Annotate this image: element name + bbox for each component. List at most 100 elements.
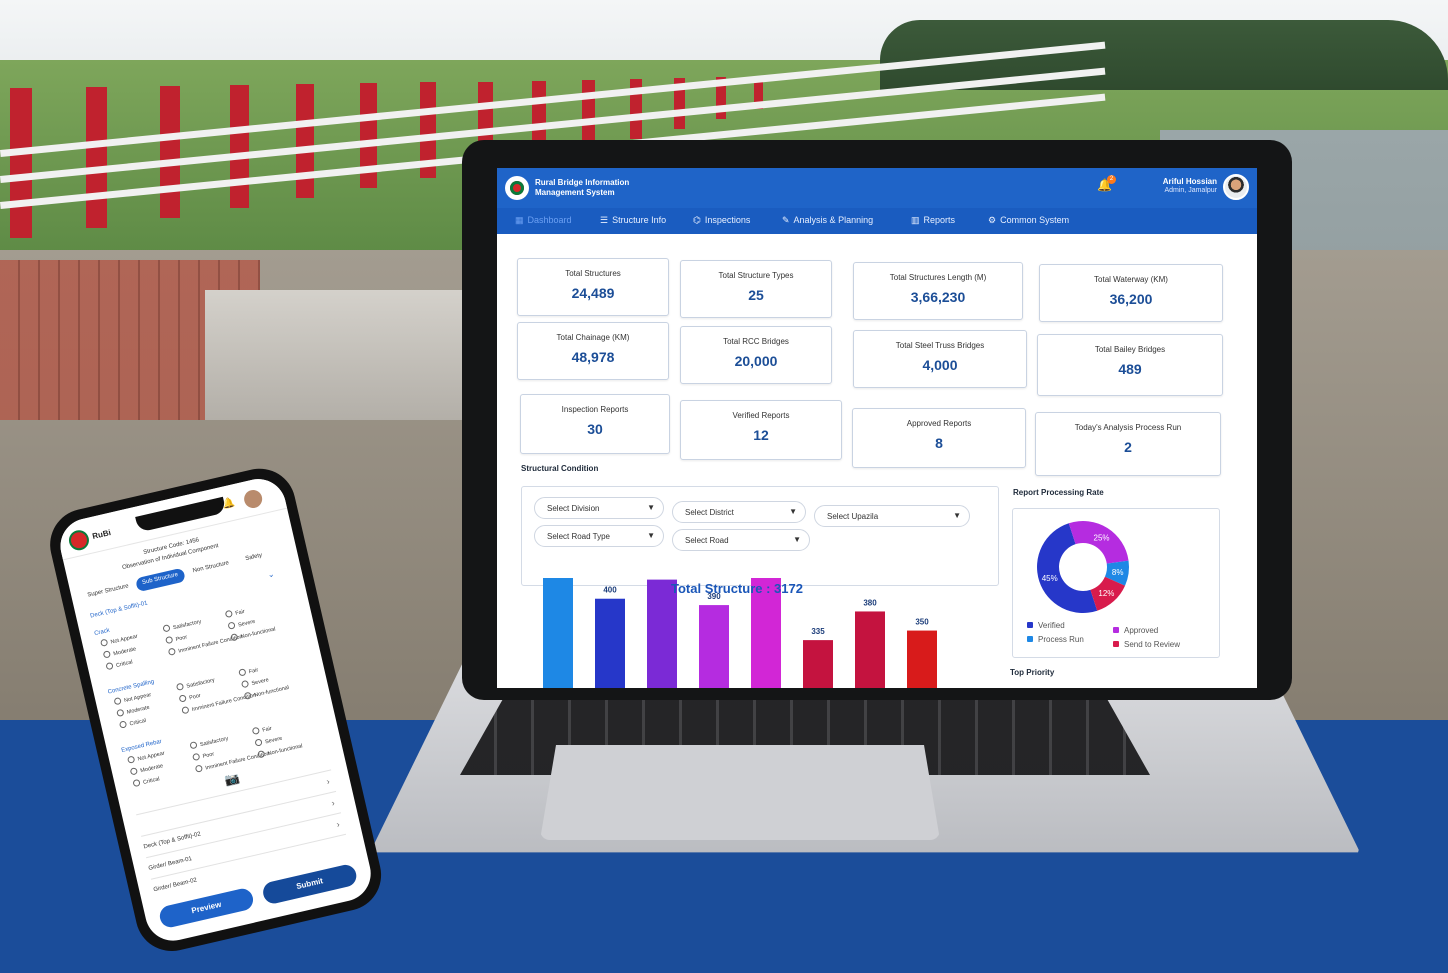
- stat-card-steel-truss-bridges[interactable]: Total Steel Truss Bridges 4,000: [853, 330, 1027, 388]
- stat-label: Total Structures Length (M): [889, 273, 987, 282]
- chevron-down-icon[interactable]: ⌄: [267, 569, 276, 579]
- donut-chart-svg: 45% 25% 8% 12%: [1037, 521, 1129, 613]
- stat-value: 489: [1118, 361, 1142, 377]
- nav-dashboard[interactable]: ▦ Dashboard: [515, 215, 572, 226]
- tab-safety[interactable]: Safety: [238, 548, 269, 568]
- legend-swatch: [1113, 641, 1119, 647]
- donut-value-label: 45%: [1042, 574, 1058, 583]
- nav-reports[interactable]: ▥ Reports: [911, 215, 955, 226]
- donut-value-label: 25%: [1094, 533, 1110, 542]
- nav-common-system[interactable]: ⚙ Common System: [988, 215, 1069, 226]
- stat-label: Inspection Reports: [561, 405, 629, 414]
- camera-icon[interactable]: 📷: [223, 770, 241, 787]
- stat-value: 30: [587, 421, 603, 437]
- stat-value: 48,978: [571, 349, 615, 365]
- bar: [855, 611, 885, 688]
- tab-sub-structure[interactable]: Sub Structure: [135, 567, 186, 593]
- stat-card-structures-length[interactable]: Total Structures Length (M) 3,66,230: [853, 262, 1023, 320]
- chart-title: Total Structure : 3172: [671, 581, 803, 596]
- district-select[interactable]: Select District ▼: [672, 501, 806, 523]
- gear-icon: ⚙: [988, 215, 997, 225]
- nav-structure-info[interactable]: ☰ Structure Info: [600, 215, 666, 226]
- legend-swatch: [1113, 627, 1119, 633]
- app-header: Rural Bridge Information Management Syst…: [497, 168, 1257, 208]
- legend-approved: Approved: [1113, 626, 1158, 635]
- government-logo-icon: [69, 530, 89, 550]
- stat-card-total-chainage[interactable]: Total Chainage (KM) 48,978: [517, 322, 669, 380]
- tab-super-structure[interactable]: Super Structure: [80, 579, 136, 605]
- chevron-right-icon: ›: [335, 819, 341, 830]
- dashboard-screen: Rural Bridge Information Management Syst…: [497, 168, 1257, 688]
- stat-value: 2: [1124, 439, 1132, 455]
- bar-value-label: 400: [603, 586, 617, 595]
- legend-verified: Verified: [1027, 621, 1065, 630]
- upazila-select[interactable]: Select Upazila ▼: [814, 505, 970, 527]
- road-select[interactable]: Select Road ▼: [672, 529, 810, 551]
- condition-radio[interactable]: Critical: [132, 774, 161, 788]
- stat-label: Total Bailey Bridges: [1094, 345, 1166, 354]
- stat-label: Approved Reports: [906, 419, 972, 428]
- railing-post: [296, 84, 315, 199]
- tab-non-structure[interactable]: Non Structure: [186, 556, 237, 581]
- analysis-icon: ✎: [782, 215, 790, 225]
- list-icon: ☰: [600, 215, 609, 225]
- stat-label: Total Structures: [565, 269, 621, 278]
- stat-value: 12: [753, 427, 769, 443]
- stat-value: 3,66,230: [910, 289, 966, 305]
- stat-card-approved-reports[interactable]: Approved Reports 8: [852, 408, 1026, 468]
- railing-post: [10, 87, 32, 238]
- stat-card-bailey-bridges[interactable]: Total Bailey Bridges 489: [1037, 334, 1223, 396]
- donut-value-label: 12%: [1098, 589, 1114, 598]
- stat-value: 25: [748, 287, 764, 303]
- chevron-down-icon: ▼: [793, 535, 801, 544]
- stat-card-analysis-process-run[interactable]: Today's Analysis Process Run 2: [1035, 412, 1221, 476]
- phone-brand: RuBi: [91, 528, 112, 541]
- bar: [907, 630, 937, 688]
- stat-label: Total Waterway (KM): [1094, 275, 1168, 284]
- stat-card-inspection-reports[interactable]: Inspection Reports 30: [520, 394, 670, 454]
- condition-radio[interactable]: Poor: [192, 749, 215, 762]
- stat-card-rcc-bridges[interactable]: Total RCC Bridges 20,000: [680, 326, 832, 384]
- bar: [543, 565, 573, 688]
- donut-value-label: 8%: [1112, 568, 1124, 577]
- condition-radio[interactable]: Fair: [238, 665, 259, 677]
- stat-card-total-waterway[interactable]: Total Waterway (KM) 36,200: [1039, 264, 1223, 322]
- top-priority-title: Top Priority: [1010, 668, 1055, 677]
- condition-radio[interactable]: Critical: [105, 657, 134, 671]
- condition-radio[interactable]: Poor: [165, 633, 188, 646]
- condition-radio[interactable]: Critical: [119, 716, 147, 730]
- laptop-trackpad[interactable]: [540, 745, 940, 840]
- condition-radio[interactable]: Satisfactory: [162, 617, 202, 634]
- condition-radio[interactable]: Satisfactory: [176, 675, 215, 692]
- report-rate-panel: 45% 25% 8% 12% Verified Approved Process Ru…: [1012, 508, 1220, 658]
- division-select[interactable]: Select Division ▼: [534, 497, 664, 519]
- stat-card-total-structures[interactable]: Total Structures 24,489: [517, 258, 669, 316]
- avatar[interactable]: [1223, 174, 1249, 200]
- section-deck-01[interactable]: Deck (Top & Soffit)-01: [90, 601, 148, 620]
- bar: [803, 640, 833, 688]
- stat-card-verified-reports[interactable]: Verified Reports 12: [680, 400, 842, 460]
- stat-card-structure-types[interactable]: Total Structure Types 25: [680, 260, 832, 318]
- bar-value-label: 335: [811, 627, 825, 636]
- bar-value-label: 350: [915, 618, 929, 627]
- condition-radio[interactable]: Moderate: [130, 761, 164, 776]
- nav-inspections[interactable]: ⌬ Inspections: [693, 215, 750, 226]
- report-rate-title: Report Processing Rate: [1013, 488, 1104, 497]
- road-type-select[interactable]: Select Road Type ▼: [534, 525, 664, 547]
- hierarchy-icon: ⌬: [693, 215, 701, 225]
- condition-radio[interactable]: Fair: [225, 607, 246, 619]
- avatar[interactable]: [242, 488, 264, 510]
- stat-value: 4,000: [922, 357, 958, 373]
- chevron-right-icon: ›: [330, 797, 336, 809]
- condition-radio[interactable]: Moderate: [116, 703, 150, 718]
- stat-label: Today's Analysis Process Run: [1074, 423, 1182, 432]
- condition-radio[interactable]: Fair: [252, 724, 273, 736]
- condition-radio[interactable]: Poor: [179, 691, 202, 704]
- bar: [595, 598, 625, 688]
- dashboard-icon: ▦: [515, 215, 524, 225]
- stat-label: Total RCC Bridges: [723, 337, 789, 346]
- chevron-down-icon: ▼: [789, 507, 797, 516]
- nav-analysis-planning[interactable]: ✎ Analysis & Planning: [782, 215, 873, 226]
- condition-radio[interactable]: Satisfactory: [189, 734, 229, 751]
- condition-radio[interactable]: Moderate: [103, 644, 137, 659]
